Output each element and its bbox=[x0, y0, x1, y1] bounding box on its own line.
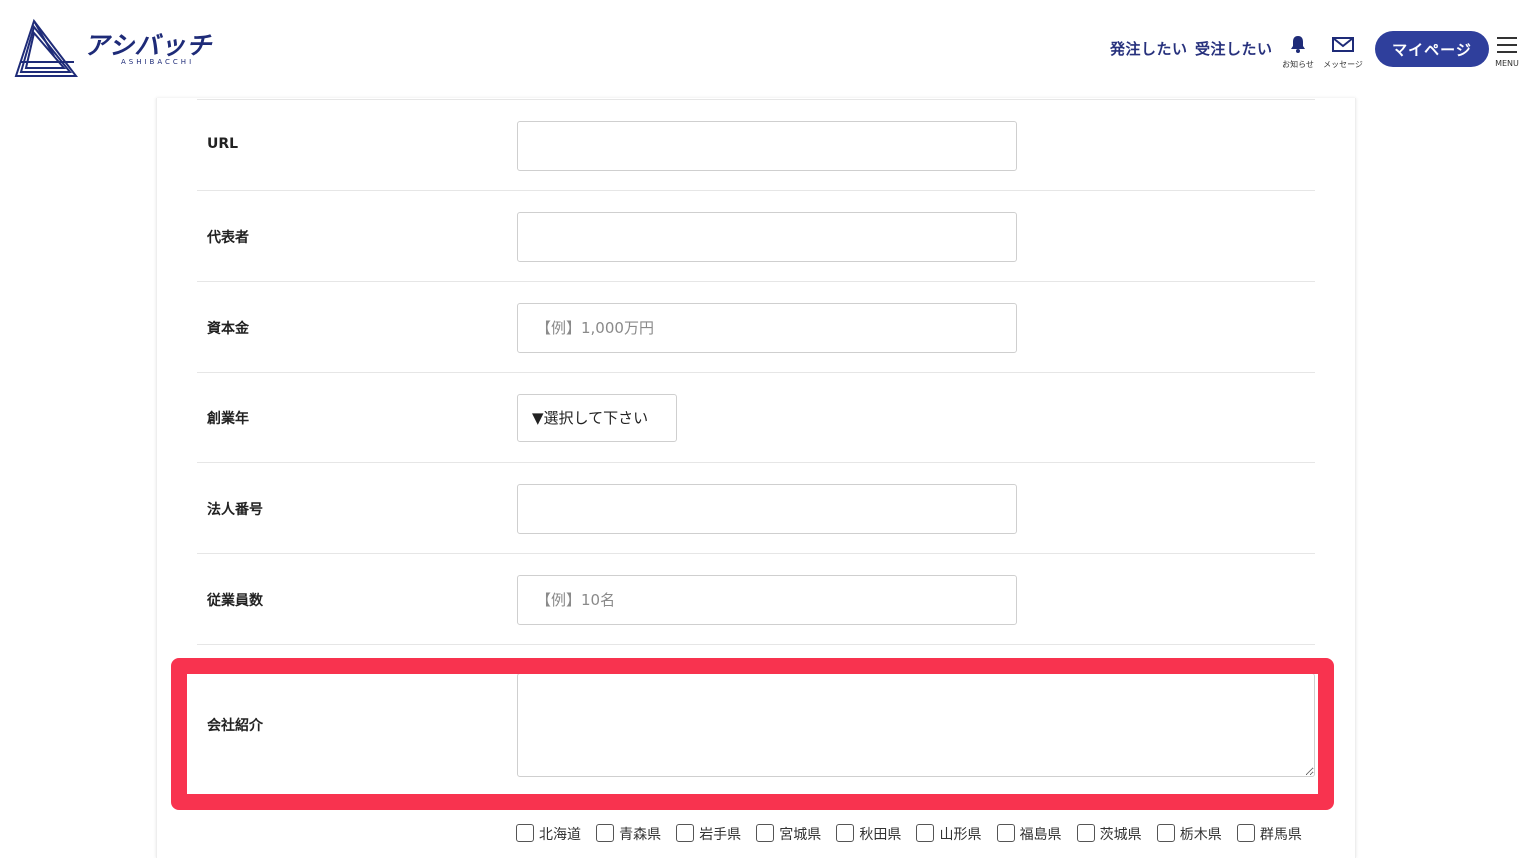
field-label-founding-year: 創業年 bbox=[207, 411, 249, 427]
checkbox-icon[interactable] bbox=[1236, 824, 1255, 842]
form-row-url: URL bbox=[197, 99, 1315, 190]
logo-subtext: ASHIBACCHI bbox=[121, 58, 195, 66]
form-row-founding-year: 創業年 ▼選択して下さい bbox=[197, 372, 1315, 462]
nav-receive-link[interactable]: 受注したい bbox=[1195, 38, 1273, 59]
checkbox-icon[interactable] bbox=[916, 824, 935, 842]
field-label-employees: 従業員数 bbox=[207, 593, 263, 609]
capital-input[interactable] bbox=[517, 303, 1017, 353]
prefecture-checkbox-row: 北海道 青森県 岩手県 宮城県 秋田県 山形県 福島県 茨城県 栃木県 群馬県 bbox=[516, 824, 1312, 844]
notice-button[interactable]: お知らせ bbox=[1279, 34, 1317, 70]
checkbox-icon[interactable] bbox=[836, 824, 855, 842]
prefecture-checkbox[interactable]: 青森県 bbox=[596, 824, 661, 844]
corporate-number-input[interactable] bbox=[517, 484, 1017, 534]
prefecture-checkbox[interactable]: 茨城県 bbox=[1076, 824, 1142, 844]
company-intro-textarea[interactable] bbox=[517, 673, 1315, 777]
prefecture-checkbox[interactable]: 北海道 bbox=[516, 824, 581, 844]
prefecture-checkbox[interactable]: 山形県 bbox=[916, 824, 981, 844]
checkbox-icon[interactable] bbox=[1156, 824, 1175, 842]
form-row-company-intro: 会社紹介 bbox=[197, 644, 1315, 814]
form-row-corporate-number: 法人番号 bbox=[197, 462, 1315, 553]
representative-input[interactable] bbox=[517, 212, 1017, 262]
form-row-representative: 代表者 bbox=[197, 190, 1315, 281]
form-row-employees: 従業員数 bbox=[197, 553, 1315, 644]
form-row-capital: 資本金 bbox=[197, 281, 1315, 372]
checkbox-icon[interactable] bbox=[596, 824, 615, 842]
prefecture-checkbox[interactable]: 岩手県 bbox=[676, 824, 741, 844]
logo-wordmark: アシバッチ bbox=[84, 31, 213, 60]
checkbox-icon[interactable] bbox=[516, 824, 534, 842]
nav-order-link[interactable]: 発注したい bbox=[1110, 38, 1188, 59]
envelope-icon bbox=[1332, 37, 1354, 52]
prefecture-checkbox[interactable]: 栃木県 bbox=[1156, 824, 1222, 844]
checkbox-icon[interactable] bbox=[1076, 824, 1095, 842]
site-logo[interactable]: アシバッチ ASHIBACCHI bbox=[14, 18, 234, 80]
field-label-url: URL bbox=[207, 136, 239, 152]
url-input[interactable] bbox=[517, 121, 1017, 171]
checkbox-icon[interactable] bbox=[676, 824, 695, 842]
employees-input[interactable] bbox=[517, 575, 1017, 625]
hamburger-menu-icon bbox=[1497, 37, 1517, 53]
bell-icon bbox=[1291, 36, 1305, 53]
field-label-capital: 資本金 bbox=[207, 321, 249, 337]
message-label: メッセージ bbox=[1323, 60, 1363, 69]
founding-year-select[interactable]: ▼選択して下さい bbox=[517, 394, 677, 442]
checkbox-icon[interactable] bbox=[756, 824, 775, 842]
prefecture-checkbox[interactable]: 宮城県 bbox=[756, 824, 821, 844]
menu-label: MENU bbox=[1495, 59, 1519, 68]
prefecture-checkbox[interactable]: 秋田県 bbox=[836, 824, 901, 844]
menu-button[interactable]: MENU bbox=[1492, 36, 1522, 68]
prefecture-checkbox[interactable]: 群馬県 bbox=[1236, 824, 1302, 844]
field-label-corporate-number: 法人番号 bbox=[207, 502, 263, 518]
checkbox-icon[interactable] bbox=[996, 824, 1015, 842]
site-header: アシバッチ ASHIBACCHI 発注したい 受注したい お知らせ メッセージ … bbox=[0, 0, 1527, 98]
field-label-company-intro: 会社紹介 bbox=[207, 718, 263, 734]
field-label-representative: 代表者 bbox=[207, 230, 249, 246]
message-button[interactable]: メッセージ bbox=[1322, 34, 1364, 70]
logo-icon bbox=[14, 18, 78, 77]
mypage-button[interactable]: マイページ bbox=[1375, 31, 1489, 67]
notice-label: お知らせ bbox=[1282, 60, 1314, 69]
prefecture-checkbox[interactable]: 福島県 bbox=[996, 824, 1062, 844]
